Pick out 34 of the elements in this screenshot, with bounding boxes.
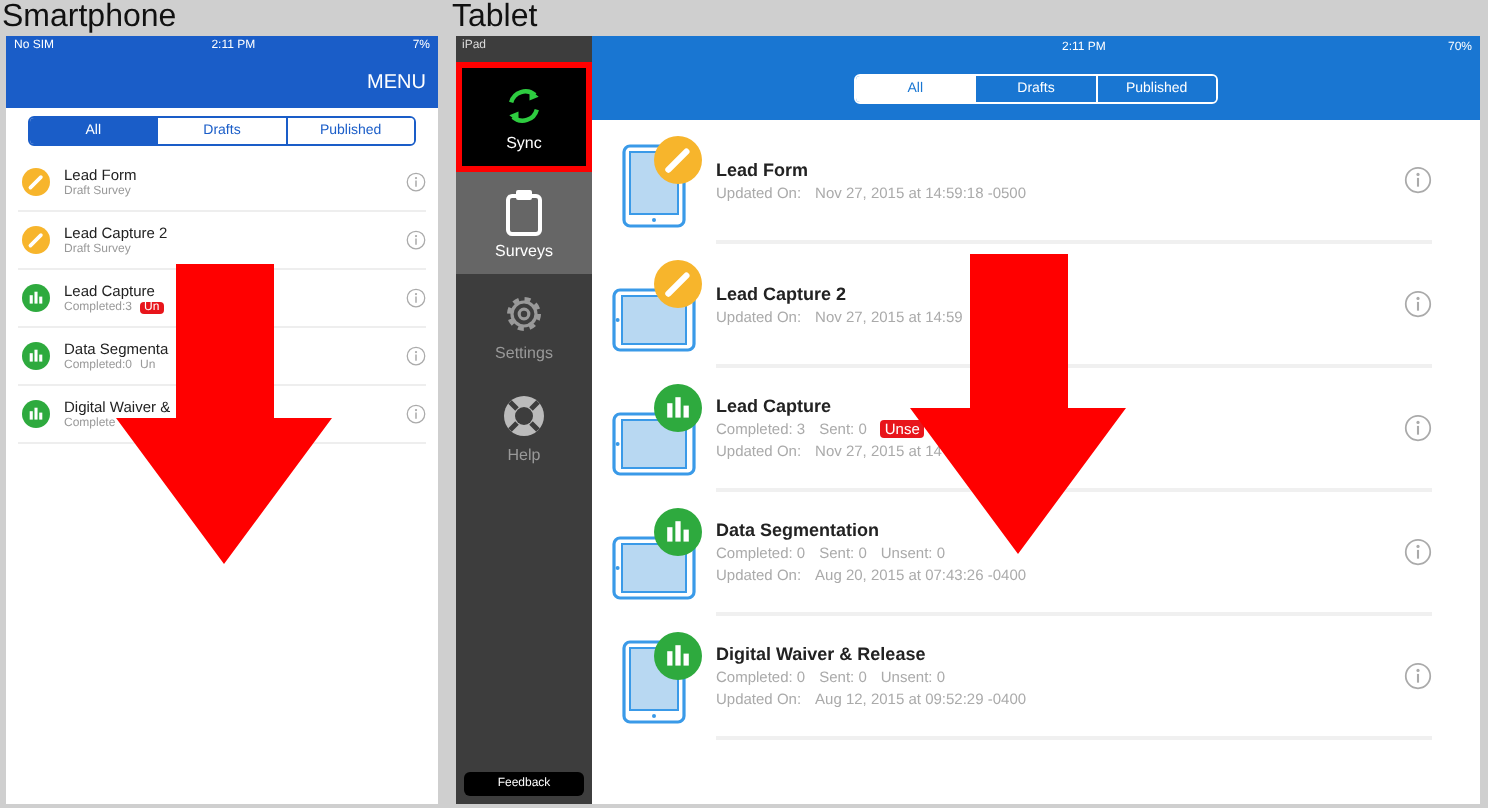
- menu-button[interactable]: MENU: [367, 56, 438, 94]
- info-icon[interactable]: [1404, 662, 1432, 690]
- info-icon[interactable]: [1404, 538, 1432, 566]
- bar-chart-icon: [22, 284, 50, 312]
- survey-title[interactable]: Digital Waiver & Release: [716, 644, 1404, 664]
- panel-caption: Smartphone: [2, 0, 179, 36]
- survey-title[interactable]: Lead Form: [716, 159, 1404, 179]
- panel-caption: Tablet: [452, 0, 540, 36]
- sidebar-item[interactable]: Settings: [456, 274, 592, 376]
- bar-chart-icon: [22, 342, 50, 370]
- sidebar-item[interactable]: Help: [456, 376, 592, 478]
- info-icon[interactable]: [406, 404, 426, 424]
- pencil-icon: [22, 226, 50, 254]
- bar-chart-icon: [654, 508, 702, 556]
- info-icon[interactable]: [406, 346, 426, 366]
- pencil-icon: [22, 168, 50, 196]
- bar-chart-icon: [22, 400, 50, 428]
- pencil-icon: [654, 260, 702, 308]
- info-icon[interactable]: [1404, 290, 1432, 318]
- bar-chart-icon: [654, 632, 702, 680]
- survey-title[interactable]: Lead Capture: [716, 396, 1404, 416]
- bar-chart-icon: [654, 384, 702, 432]
- sidebar-item[interactable]: Sync: [456, 62, 592, 172]
- clipboard-icon: [502, 187, 546, 235]
- info-icon[interactable]: [1404, 414, 1432, 442]
- info-icon[interactable]: [406, 288, 426, 308]
- info-icon[interactable]: [406, 230, 426, 250]
- pencil-icon: [654, 136, 702, 184]
- sidebar-item[interactable]: Surveys: [456, 172, 592, 274]
- survey-title[interactable]: Data Segmentation: [716, 520, 1404, 540]
- lifebuoy-icon: [500, 391, 548, 439]
- survey-title[interactable]: Lead Capture 2: [716, 283, 1404, 303]
- info-icon[interactable]: [1404, 166, 1432, 194]
- info-icon[interactable]: [406, 172, 426, 192]
